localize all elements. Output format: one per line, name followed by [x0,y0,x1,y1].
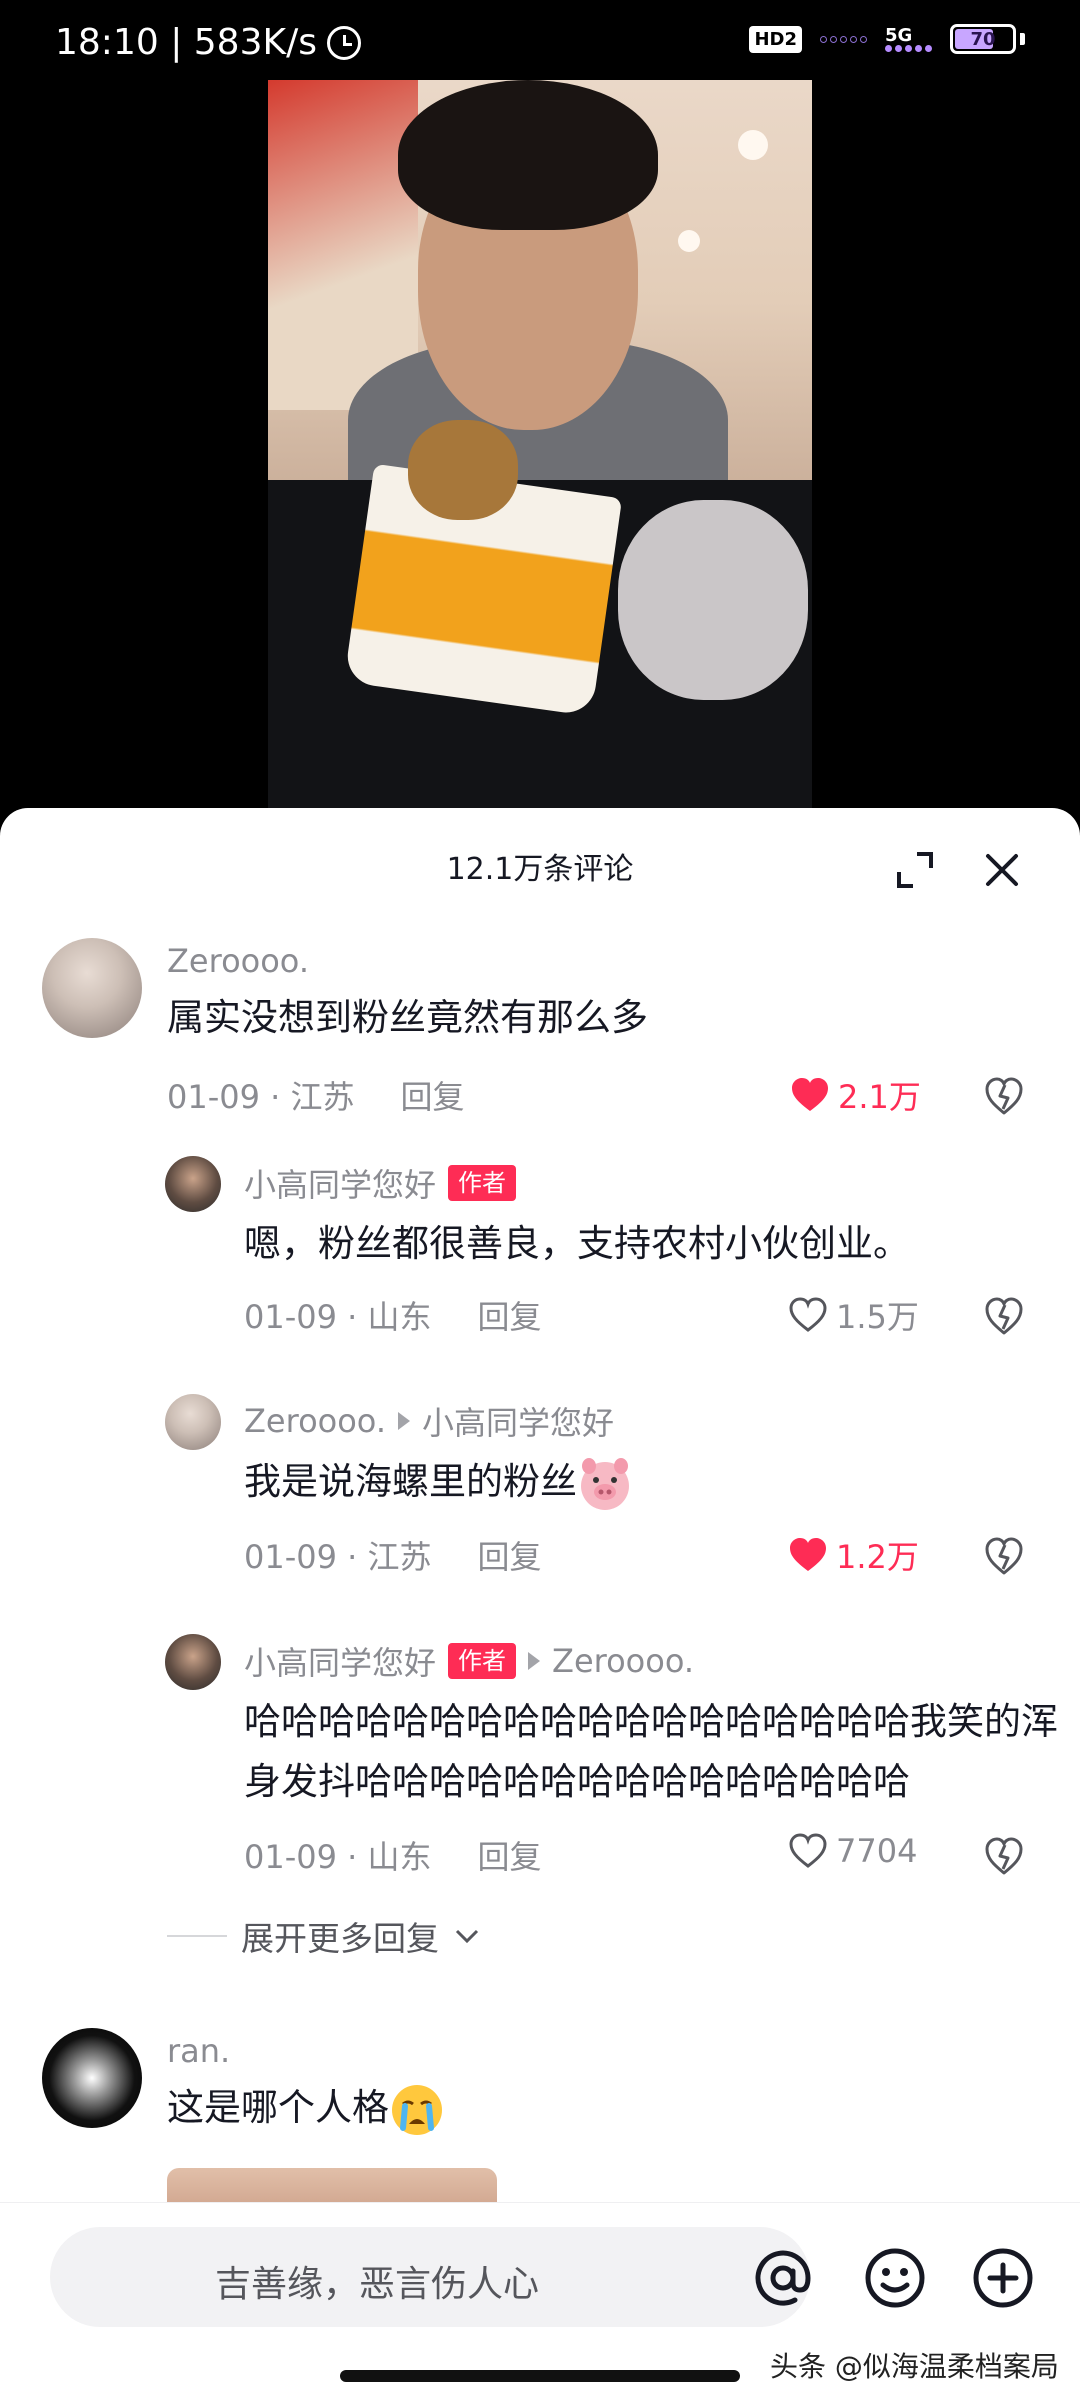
food [408,420,518,520]
heart-filled-icon [790,1538,826,1571]
sheet-header: 12.1万条评论 [0,808,1080,920]
date-location: 01-09 · 山东 [244,1298,432,1336]
reply-body: 小高同学您好 作者 Zeroooo. 哈哈哈哈哈哈哈哈哈哈哈哈哈哈哈哈哈哈我笑的… [244,1638,1058,1812]
comment-input-placeholder[interactable]: 吉善缘，恶言伤人心 [215,2255,539,2307]
like-count: 2.1万 [838,1078,921,1116]
dislike-icon[interactable] [984,1536,1024,1576]
like-count: 7704 [836,1832,918,1870]
reply-text: 我是说海螺里的粉丝 [244,1452,633,1512]
reply-text: 嗯，粉丝都很善良，支持农村小伙创业。 [244,1222,910,1265]
ceiling-light [678,230,700,252]
reply-username[interactable]: 小高同学您好 作者 Zeroooo. [244,1638,1058,1684]
status-bar: 18:10 | 583K/s HD2 5G 70 [0,0,1080,80]
like-count: 1.5万 [836,1298,919,1336]
dislike-icon[interactable] [984,1296,1024,1336]
status-left: 18:10 | 583K/s [55,22,361,63]
signal-strength-icon [820,35,867,43]
reply-to-arrow-icon [528,1652,541,1670]
comment-body: ran. 这是哪个人格 [167,2032,445,2138]
reply-meta: 01-09 · 江苏 回复 [244,1532,542,1578]
video-frame[interactable] [268,80,812,820]
reply-meta: 01-09 · 山东 回复 [244,1292,542,1338]
reply-text: 哈哈哈哈哈哈哈哈哈哈哈哈哈哈哈哈哈哈我笑的浑 身发抖哈哈哈哈哈哈哈哈哈哈哈哈哈哈… [244,1700,1058,1803]
hd-badge: HD2 [749,25,802,53]
like-button[interactable]: 2.1万 [790,1072,921,1118]
divider-line [167,1935,227,1937]
dislike-icon[interactable] [984,1076,1024,1116]
reply-button[interactable]: 回复 [478,1292,542,1338]
ceiling-light [738,130,768,160]
chevron-down-icon [455,1929,479,1944]
avatar[interactable] [165,1394,221,1450]
like-button[interactable]: 1.5万 [788,1292,919,1338]
comment-username[interactable]: Zeroooo. [167,942,648,980]
expand-icon[interactable] [895,850,935,890]
avatar[interactable] [42,2028,142,2128]
comment-username[interactable]: ran. [167,2032,445,2070]
cellular-signal-icon [885,44,932,52]
reply-body: 小高同学您好 作者 嗯，粉丝都很善良，支持农村小伙创业。 [244,1160,910,1274]
status-right: HD2 5G 70 [749,24,1025,54]
emoji-icon[interactable] [862,2245,928,2311]
comment-input-bar: 吉善缘，恶言伤人心 [0,2202,1080,2330]
reply-username[interactable]: 小高同学您好 作者 [244,1160,910,1206]
avatar[interactable] [42,938,142,1038]
comment-body: Zeroooo. 属实没想到粉丝竟然有那么多 [167,942,648,1048]
time-speed: 18:10 | 583K/s [55,22,317,63]
expand-more-replies-button[interactable]: 展开更多回复 [167,1912,481,1960]
like-button[interactable]: 1.2万 [788,1532,919,1578]
reply-button[interactable]: 回复 [478,1832,542,1878]
mention-icon[interactable] [750,2245,816,2311]
alarm-clock-icon [326,25,361,60]
close-icon[interactable] [982,850,1022,890]
reply-button[interactable]: 回复 [478,1532,542,1578]
add-icon[interactable] [970,2245,1036,2311]
person-hair [398,80,658,230]
reply-to-username[interactable]: Zeroooo. [552,1642,694,1680]
reply-to-username[interactable]: 小高同学您好 [422,1398,614,1444]
comment-meta: 01-09 · 江苏 回复 [167,1072,465,1118]
battery-level: 70 [970,28,996,50]
battery-tip [1020,33,1025,45]
reply-button[interactable]: 回复 [401,1072,465,1118]
watermark: 头条 @似海温柔档案局 [770,2350,1059,2383]
date-location: 01-09 · 江苏 [244,1538,432,1576]
gloved-hand [618,500,808,700]
reply-body: Zeroooo. 小高同学您好 我是说海螺里的粉丝 [244,1398,633,1512]
reply-to-arrow-icon [397,1412,410,1430]
network-indicator: 5G [885,24,932,52]
like-button[interactable]: 7704 [788,1832,917,1870]
reply-meta: 01-09 · 山东 回复 [244,1832,542,1878]
video-player[interactable] [0,80,1080,820]
network-type: 5G [885,24,913,46]
heart-outline-icon [789,1297,827,1332]
more-replies-label: 展开更多回复 [241,1919,439,1958]
date-location: 01-09 · 江苏 [167,1078,355,1116]
avatar[interactable] [165,1156,221,1212]
battery-icon: 70 [950,24,1016,54]
home-indicator[interactable] [340,2370,740,2382]
date-location: 01-09 · 山东 [244,1838,432,1876]
heart-outline-icon [789,1833,827,1868]
avatar[interactable] [165,1634,221,1690]
author-tag: 作者 [448,1165,517,1201]
comment-text: 属实没想到粉丝竟然有那么多 [167,996,648,1039]
author-tag: 作者 [448,1643,517,1679]
crying-face-emoji [392,2084,442,2135]
heart-filled-icon [792,1078,828,1111]
pig-face-emoji [581,1457,629,1510]
reply-username[interactable]: Zeroooo. 小高同学您好 [244,1398,633,1444]
comment-text: 这是哪个人格 [167,2078,445,2138]
like-count: 1.2万 [836,1538,919,1576]
dislike-icon[interactable] [984,1836,1024,1876]
